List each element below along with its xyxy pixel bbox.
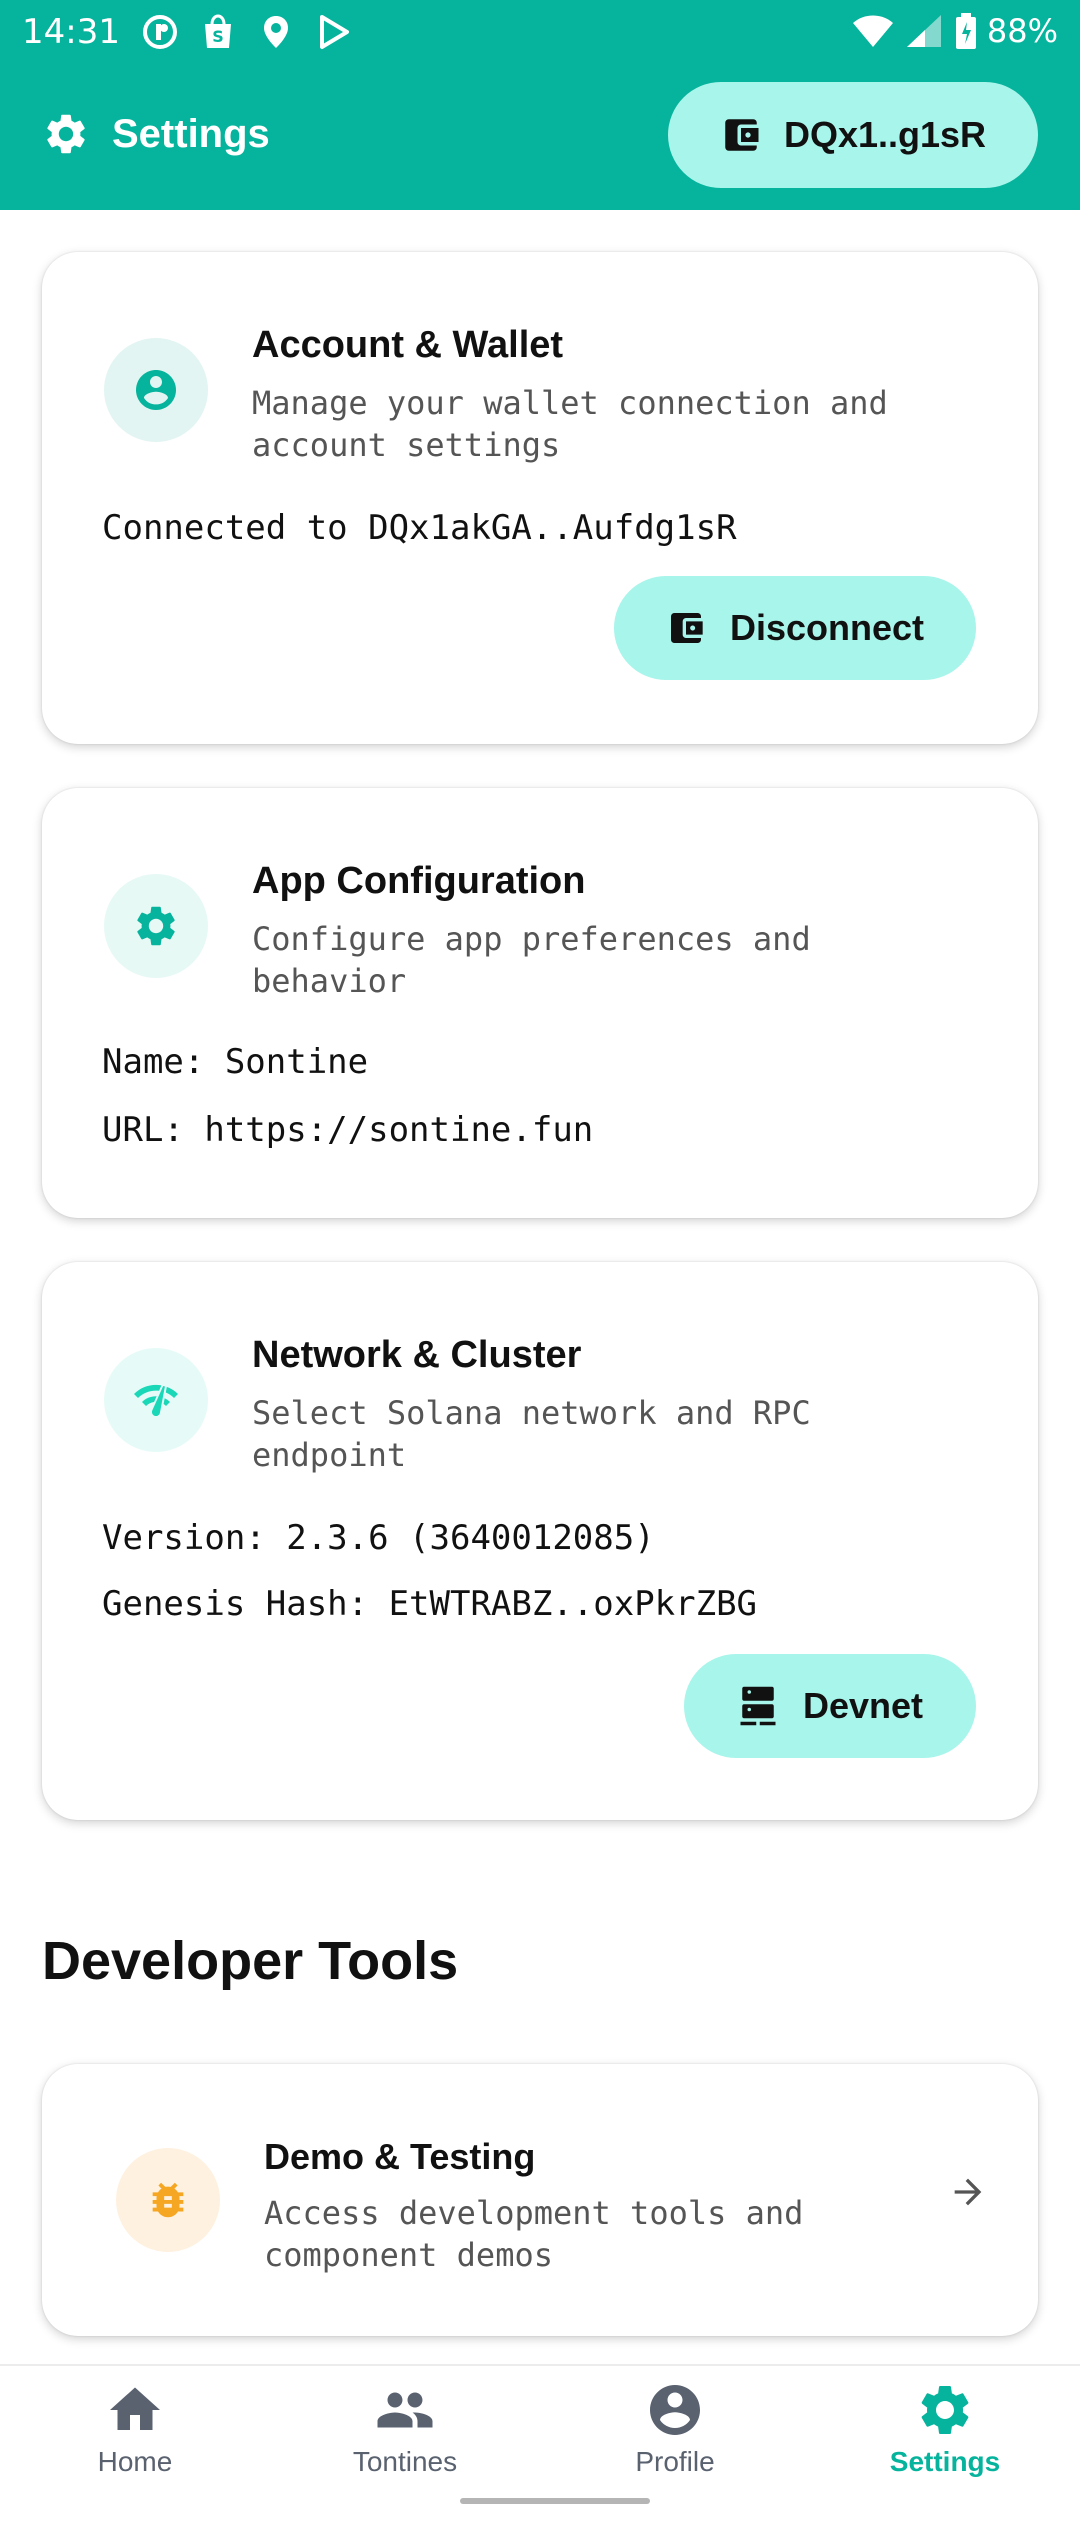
- wallet-button[interactable]: DQx1..g1sR: [668, 82, 1038, 188]
- disconnect-button[interactable]: Disconnect: [614, 576, 976, 680]
- account-circle-icon: [650, 2385, 700, 2435]
- account-wallet-card: Account & Wallet Manage your wallet conn…: [42, 252, 1038, 744]
- location-icon: [256, 12, 296, 52]
- nav-item-settings[interactable]: Settings: [810, 2380, 1080, 2478]
- version-text: Version: 2.3.6 (3640012085): [102, 1518, 655, 1558]
- card-subtitle: Manage your wallet connection and accoun…: [252, 384, 888, 464]
- nav-label: Tontines: [352, 2446, 458, 2477]
- card-subtitle: Access development tools and component d…: [264, 2194, 804, 2274]
- status-bar: 14:31 S 88%: [0, 0, 1080, 66]
- connected-wallet-text: Connected to DQx1akGA..Aufdg1sR: [102, 508, 737, 548]
- app-bar: Settings DQx1..g1sR: [0, 66, 1080, 210]
- gear-icon: [47, 114, 85, 154]
- gear-icon: [921, 2386, 969, 2434]
- nav-item-tontines[interactable]: Tontines: [270, 2380, 540, 2478]
- app-configuration-card: App Configuration Configure app preferen…: [42, 788, 1038, 1218]
- nav-label: Profile: [635, 2446, 715, 2477]
- account-circle-icon: [136, 370, 176, 410]
- disconnect-label: Disconnect: [729, 607, 925, 648]
- cluster-label: Devnet: [802, 1685, 924, 1726]
- arrow-right-icon: [954, 2178, 982, 2206]
- developer-tools-heading: Developer Tools: [42, 1931, 459, 1991]
- nav-item-home[interactable]: Home: [0, 2380, 270, 2478]
- card-title: Network & Cluster: [252, 1334, 582, 1376]
- wallet-address-label: DQx1..g1sR: [783, 114, 987, 155]
- network-cluster-card: Network & Cluster Select Solana network …: [42, 1262, 1038, 1820]
- page-title: Settings: [112, 111, 270, 156]
- battery-icon: [955, 13, 976, 49]
- network-check-icon: [134, 1384, 178, 1416]
- card-subtitle: Configure app preferences and behavior: [252, 920, 811, 1000]
- play-store-icon: [314, 12, 354, 52]
- nav-item-profile[interactable]: Profile: [540, 2380, 810, 2478]
- demo-testing-card[interactable]: Demo & Testing Access development tools …: [42, 2064, 1038, 2336]
- genesis-hash-text: Genesis Hash: EtWTRABZ..oxPkrZBG: [102, 1584, 758, 1624]
- gear-icon: [137, 906, 175, 946]
- system-status: 88%: [851, 12, 1058, 50]
- wallet-icon: [725, 119, 759, 151]
- bug-icon: [152, 2182, 184, 2218]
- home-icon: [110, 2387, 160, 2430]
- card-title: Demo & Testing: [264, 2136, 536, 2177]
- app-name-text: Name: Sontine: [102, 1042, 369, 1082]
- card-title: Account & Wallet: [252, 324, 564, 366]
- appbar-title-group: Settings: [42, 110, 270, 158]
- status-time: 14:31: [22, 12, 120, 52]
- wifi-icon: [852, 15, 893, 47]
- network-icon-badge: [104, 1348, 208, 1452]
- nav-label: Settings: [889, 2446, 1001, 2477]
- app-notification-icon: [140, 12, 180, 52]
- config-icon-badge: [104, 874, 208, 978]
- notification-icons: S: [140, 12, 354, 52]
- battery-percent: 88%: [986, 12, 1058, 50]
- people-icon: [377, 2392, 433, 2428]
- svg-text:S: S: [212, 27, 224, 46]
- card-title: App Configuration: [252, 860, 586, 902]
- wallet-icon: [670, 613, 703, 643]
- cluster-select-button[interactable]: Devnet: [684, 1654, 976, 1758]
- signal-icon: [906, 15, 941, 47]
- shopping-bag-icon: S: [198, 12, 238, 52]
- demo-icon-badge: [116, 2148, 220, 2252]
- card-subtitle: Select Solana network and RPC endpoint: [252, 1394, 811, 1474]
- nav-label: Home: [97, 2446, 173, 2477]
- app-url-text: URL: https://sontine.fun: [102, 1110, 594, 1150]
- home-indicator[interactable]: [460, 2498, 650, 2504]
- account-icon-badge: [104, 338, 208, 442]
- server-icon: [740, 1686, 776, 1726]
